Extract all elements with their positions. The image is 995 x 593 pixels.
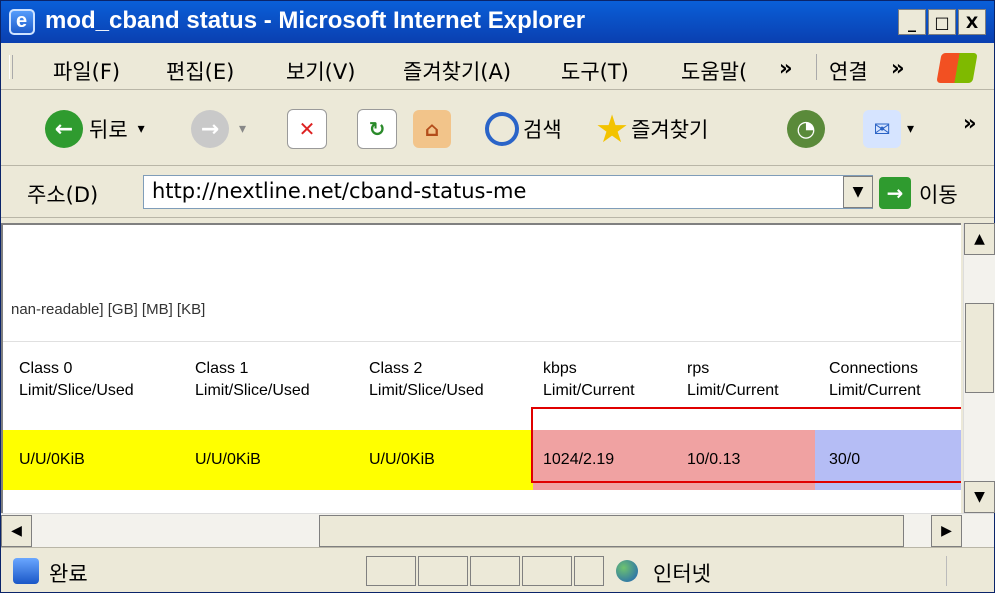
menu-divider bbox=[816, 54, 817, 80]
favorites-button[interactable]: ★ 즐겨찾기 bbox=[595, 105, 708, 153]
menu-tools[interactable]: 도구(T) bbox=[561, 56, 629, 86]
back-button[interactable]: ← 뒤로 ▾ bbox=[45, 105, 145, 153]
scroll-right-button[interactable]: ▶ bbox=[931, 515, 962, 547]
close-button[interactable]: X bbox=[958, 9, 986, 35]
stop-button[interactable]: ✕ bbox=[287, 105, 327, 153]
header-class1: Class 1 Limit/Slice/Used bbox=[195, 358, 310, 402]
favorites-label: 즐겨찾기 bbox=[631, 118, 709, 142]
address-bar: 주소(D) http://nextline.net/cband-status-m… bbox=[1, 167, 994, 218]
header-class2: Class 2 Limit/Slice/Used bbox=[369, 358, 484, 402]
header-rps: rps Limit/Current bbox=[687, 358, 779, 402]
menu-bar: 파일(F) 편집(E) 보기(V) 즐겨찾기(A) 도구(T) 도움말( » 연… bbox=[1, 45, 994, 90]
header-class1-line2: Limit/Slice/Used bbox=[195, 382, 310, 399]
menu-help[interactable]: 도움말( bbox=[681, 56, 747, 86]
menu-view[interactable]: 보기(V) bbox=[286, 56, 355, 86]
vertical-scrollbar[interactable]: ▲ ▼ bbox=[963, 223, 995, 513]
header-connections-line1: Connections bbox=[829, 360, 918, 377]
header-kbps-line2: Limit/Current bbox=[543, 382, 635, 399]
ie-icon bbox=[9, 9, 35, 35]
header-class0: Class 0 Limit/Slice/Used bbox=[19, 358, 134, 402]
maximize-button[interactable]: □ bbox=[928, 9, 956, 35]
status-cell-3 bbox=[470, 556, 520, 586]
cell-class0: U/U/0KiB bbox=[19, 451, 85, 468]
home-icon: ⌂ bbox=[413, 110, 451, 148]
mail-dropdown-icon[interactable]: ▾ bbox=[907, 121, 914, 137]
media-icon: ◔ bbox=[787, 110, 825, 148]
page-icon bbox=[13, 558, 39, 584]
back-label: 뒤로 bbox=[89, 118, 128, 142]
size-format-links[interactable]: nan-readable] [GB] [MB] [KB] bbox=[11, 301, 205, 318]
menu-file[interactable]: 파일(F) bbox=[53, 56, 120, 86]
page-content: nan-readable] [GB] [MB] [KB] Class 0 Lim… bbox=[1, 223, 961, 513]
horizontal-scrollbar[interactable]: ◀ ▶ bbox=[1, 513, 994, 548]
status-cell-4 bbox=[522, 556, 572, 586]
scroll-up-button[interactable]: ▲ bbox=[964, 223, 995, 255]
toolbar-more-chevron[interactable]: » bbox=[963, 99, 977, 147]
search-button[interactable]: 검색 bbox=[485, 105, 562, 153]
forward-arrow-icon: → bbox=[191, 110, 229, 148]
forward-button[interactable]: → ▾ bbox=[191, 105, 246, 153]
status-bar: 완료 인터넷 bbox=[1, 547, 994, 593]
go-button[interactable]: 이동 bbox=[919, 179, 958, 209]
go-arrow-icon[interactable]: → bbox=[879, 177, 911, 209]
header-kbps-line1: kbps bbox=[543, 360, 577, 377]
favorites-star-icon: ★ bbox=[595, 107, 630, 151]
header-class1-line1: Class 1 bbox=[195, 360, 249, 377]
highlight-box bbox=[531, 407, 961, 483]
back-dropdown-icon[interactable]: ▾ bbox=[138, 121, 145, 137]
refresh-button[interactable]: ↻ bbox=[357, 105, 397, 153]
address-input[interactable]: http://nextline.net/cband-status-me bbox=[143, 175, 873, 209]
menu-edit[interactable]: 편집(E) bbox=[166, 56, 234, 86]
media-button[interactable]: ◔ bbox=[787, 105, 825, 153]
home-button[interactable]: ⌂ bbox=[413, 105, 451, 153]
menu-grip[interactable] bbox=[9, 55, 13, 79]
internet-globe-icon bbox=[616, 560, 638, 582]
window-title: mod_cband status - Microsoft Internet Ex… bbox=[45, 7, 586, 34]
status-cell-1 bbox=[366, 556, 416, 586]
stop-icon: ✕ bbox=[287, 109, 327, 149]
address-dropdown-button[interactable]: ▼ bbox=[843, 176, 873, 208]
title-bar: mod_cband status - Microsoft Internet Ex… bbox=[1, 1, 994, 43]
mail-button[interactable]: ✉ ▾ bbox=[863, 105, 914, 153]
menu-more-chevron[interactable]: » bbox=[779, 56, 793, 80]
search-icon bbox=[485, 112, 519, 146]
mail-icon: ✉ bbox=[863, 110, 901, 148]
vertical-scroll-thumb[interactable] bbox=[965, 303, 994, 393]
browser-window: mod_cband status - Microsoft Internet Ex… bbox=[0, 0, 995, 593]
scroll-left-button[interactable]: ◀ bbox=[1, 515, 32, 547]
header-class2-line1: Class 2 bbox=[369, 360, 423, 377]
header-connections-line2: Limit/Current bbox=[829, 382, 921, 399]
minimize-button[interactable]: _ bbox=[898, 9, 926, 35]
header-class0-line2: Limit/Slice/Used bbox=[19, 382, 134, 399]
status-text: 완료 bbox=[49, 562, 88, 586]
cell-class1: U/U/0KiB bbox=[195, 451, 261, 468]
header-class2-line2: Limit/Slice/Used bbox=[369, 382, 484, 399]
internet-zone-label: 인터넷 bbox=[653, 562, 711, 586]
header-rps-line1: rps bbox=[687, 360, 710, 377]
header-kbps: kbps Limit/Current bbox=[543, 358, 635, 402]
address-label: 주소(D) bbox=[27, 183, 99, 207]
horizontal-scroll-thumb[interactable] bbox=[319, 515, 904, 547]
back-arrow-icon: ← bbox=[45, 110, 83, 148]
cell-class2: U/U/0KiB bbox=[369, 451, 435, 468]
scroll-down-button[interactable]: ▼ bbox=[964, 481, 995, 513]
header-rps-line2: Limit/Current bbox=[687, 382, 779, 399]
resize-grip[interactable] bbox=[946, 556, 987, 586]
separator bbox=[3, 341, 961, 342]
standard-toolbar: ← 뒤로 ▾ → ▾ ✕ ↻ ⌂ 검색 ★ 즐겨찾기 ◔ ✉ ▾ » bbox=[1, 91, 994, 166]
forward-dropdown-icon[interactable]: ▾ bbox=[239, 121, 246, 137]
header-connections: Connections Limit/Current bbox=[829, 358, 921, 402]
windows-logo-icon bbox=[936, 53, 978, 83]
menu-favorites[interactable]: 즐겨찾기(A) bbox=[403, 56, 511, 86]
status-cell-2 bbox=[418, 556, 468, 586]
status-cell-5 bbox=[574, 556, 604, 586]
menu-links[interactable]: 연결 bbox=[829, 56, 868, 86]
refresh-icon: ↻ bbox=[357, 109, 397, 149]
search-label: 검색 bbox=[523, 118, 562, 142]
header-class0-line1: Class 0 bbox=[19, 360, 73, 377]
links-more-chevron[interactable]: » bbox=[891, 56, 905, 80]
